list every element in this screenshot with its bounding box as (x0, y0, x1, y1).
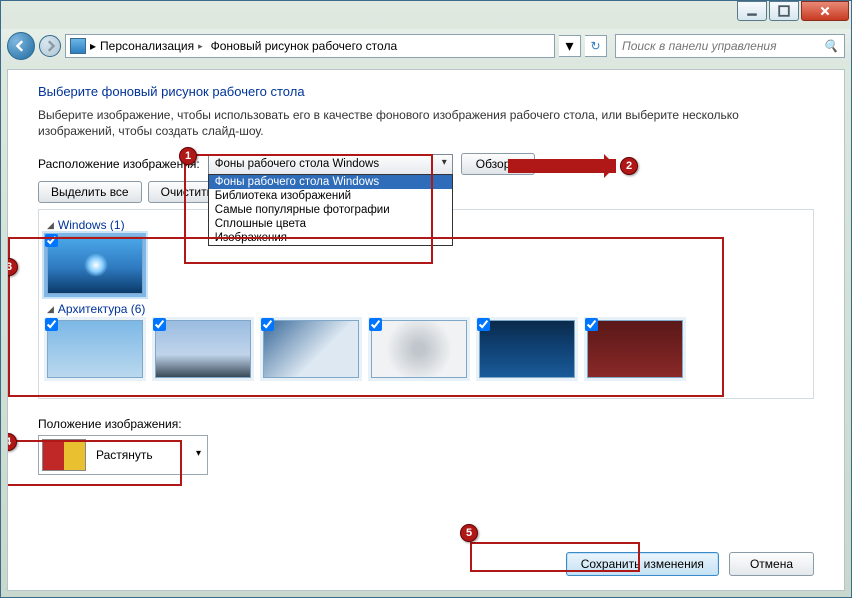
control-panel-icon (70, 38, 86, 54)
minimize-button[interactable] (737, 1, 767, 21)
thumbs-architecture (47, 320, 805, 378)
combo-item[interactable]: Сплошные цвета (209, 217, 452, 231)
combo-item[interactable]: Самые популярные фотографии (209, 203, 452, 217)
wallpaper-item[interactable] (371, 320, 467, 378)
page-title: Выберите фоновый рисунок рабочего стола (38, 84, 814, 99)
wallpaper-thumb[interactable] (371, 320, 467, 378)
location-combo[interactable]: Фоны рабочего стола Windows Фоны рабочег… (208, 154, 453, 175)
footer-buttons: Сохранить изменения Отмена (566, 552, 814, 576)
combo-item[interactable]: Фоны рабочего стола Windows (209, 175, 452, 189)
wallpaper-item[interactable] (587, 320, 683, 378)
wallpaper-thumb[interactable] (263, 320, 359, 378)
navbar: ▸ Персонализация ▸ Фоновый рисунок рабоч… (1, 29, 851, 63)
breadcrumb-personalization[interactable]: Персонализация ▸ (96, 39, 207, 53)
group-label: Архитектура (6) (58, 302, 146, 316)
wallpaper-thumb[interactable] (587, 320, 683, 378)
wallpaper-item[interactable] (155, 320, 251, 378)
location-label: Расположение изображения: (38, 157, 200, 171)
breadcrumb-label: Фоновый рисунок рабочего стола (211, 39, 398, 53)
content-area: Выберите фоновый рисунок рабочего стола … (7, 69, 845, 591)
collapse-icon: ◢ (47, 220, 54, 231)
position-combo[interactable]: Растянуть (38, 435, 208, 475)
breadcrumb-desktop-background[interactable]: Фоновый рисунок рабочего стола (207, 39, 402, 53)
wallpaper-checkbox[interactable] (45, 318, 58, 331)
annotation-marker-1: 1 (179, 147, 197, 165)
wallpaper-item[interactable] (47, 236, 143, 294)
page-description: Выберите изображение, чтобы использовать… (38, 107, 814, 139)
wallpaper-thumb[interactable] (47, 320, 143, 378)
combo-item[interactable]: Изображения (209, 231, 452, 245)
wallpaper-item[interactable] (479, 320, 575, 378)
wallpaper-thumb[interactable] (479, 320, 575, 378)
annotation-arrow-2 (508, 159, 616, 173)
nav-forward-button[interactable] (39, 35, 61, 57)
collapse-icon: ◢ (47, 304, 54, 315)
address-history-button[interactable]: ▾ (559, 35, 581, 57)
window-controls (737, 1, 849, 21)
wallpaper-thumb[interactable] (47, 236, 143, 294)
annotation-marker-2: 2 (620, 157, 638, 175)
annotation-marker-3: 3 (7, 258, 18, 276)
combo-item[interactable]: Библиотека изображений (209, 189, 452, 203)
group-label: Windows (1) (58, 218, 125, 232)
position-preview (42, 439, 86, 471)
annotation-marker-5: 5 (460, 524, 478, 542)
close-button[interactable] (801, 1, 849, 21)
annotation-marker-4: 4 (7, 433, 17, 451)
titlebar (1, 1, 851, 29)
wallpaper-checkbox[interactable] (585, 318, 598, 331)
wallpaper-thumb[interactable] (155, 320, 251, 378)
nav-back-button[interactable] (7, 32, 35, 60)
location-row: Расположение изображения: Фоны рабочего … (38, 153, 814, 175)
cancel-button[interactable]: Отмена (729, 552, 814, 576)
location-combo-button[interactable]: Фоны рабочего стола Windows (208, 154, 453, 175)
position-value: Растянуть (96, 448, 153, 462)
wallpaper-checkbox[interactable] (153, 318, 166, 331)
wallpaper-checkbox[interactable] (369, 318, 382, 331)
group-header-architecture[interactable]: ◢ Архитектура (6) (47, 302, 805, 316)
wallpaper-item[interactable] (47, 320, 143, 378)
wallpaper-checkbox[interactable] (45, 234, 58, 247)
refresh-icon: ↻ (590, 39, 600, 53)
location-combo-list: Фоны рабочего стола Windows Библиотека и… (208, 174, 453, 246)
chevron-right-icon: ▸ (198, 41, 203, 52)
wallpaper-item[interactable] (263, 320, 359, 378)
save-button[interactable]: Сохранить изменения (566, 552, 719, 576)
maximize-button[interactable] (769, 1, 799, 21)
breadcrumb-label: Персонализация (100, 39, 194, 53)
position-label: Положение изображения: (38, 417, 814, 431)
wallpaper-checkbox[interactable] (261, 318, 274, 331)
address-bar[interactable]: ▸ Персонализация ▸ Фоновый рисунок рабоч… (65, 34, 555, 58)
refresh-button[interactable]: ↻ (585, 35, 607, 57)
select-all-button[interactable]: Выделить все (38, 181, 142, 203)
search-box[interactable]: 🔍 (615, 34, 845, 58)
explorer-window: ▸ Персонализация ▸ Фоновый рисунок рабоч… (0, 0, 852, 598)
search-input[interactable] (622, 39, 823, 53)
search-icon: 🔍 (823, 39, 838, 53)
wallpaper-checkbox[interactable] (477, 318, 490, 331)
